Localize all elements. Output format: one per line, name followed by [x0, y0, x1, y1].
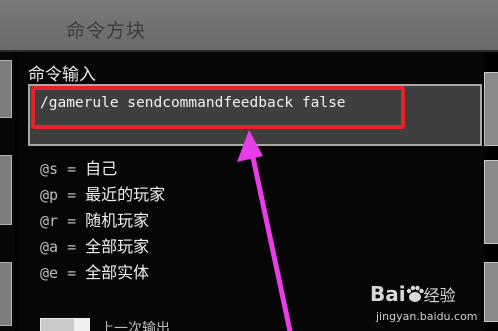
watermark-url: jingyan.baidu.com [376, 310, 478, 323]
arrow-head [237, 130, 263, 162]
watermark-brand-left: Bai [370, 282, 406, 306]
baidu-paw-icon [406, 285, 424, 302]
watermark-brand: Bai 经验 [370, 282, 456, 306]
baidu-watermark: Bai 经验 jingyan.baidu.com [370, 280, 494, 328]
arrow-shaft [248, 145, 293, 331]
watermark-brand-right: 经验 [423, 286, 456, 305]
